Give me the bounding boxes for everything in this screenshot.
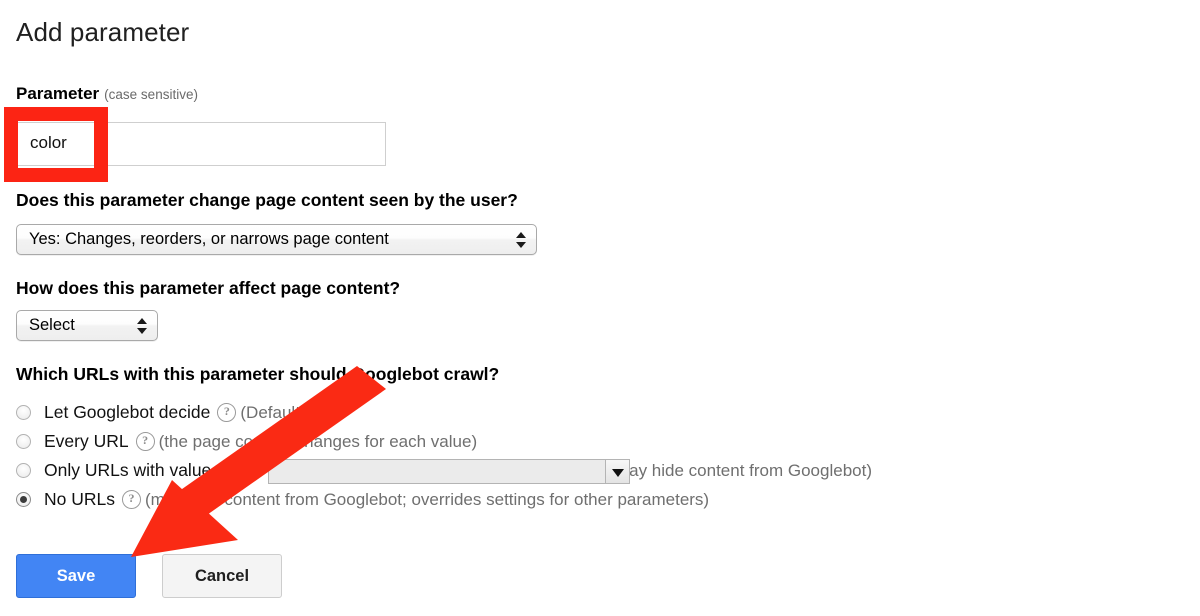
parameter-input[interactable] bbox=[16, 122, 386, 166]
question-heading-change-page-content: Does this parameter change page content … bbox=[16, 190, 518, 210]
parameter-label: Parameter bbox=[16, 84, 100, 103]
parameter-label-row: Parameter (case sensitive) bbox=[16, 84, 198, 104]
radio-note-let-googlebot-decide: (Default) bbox=[240, 402, 306, 422]
help-circle-icon[interactable]: ? bbox=[217, 403, 237, 422]
help-circle-icon[interactable]: ? bbox=[122, 490, 141, 509]
question-heading-affect-page-content: How does this parameter affect page cont… bbox=[16, 278, 401, 298]
radio-row-only-urls-with-value[interactable]: Only URLs with value ? (may hide content… bbox=[16, 456, 1176, 485]
value-combobox[interactable] bbox=[268, 459, 630, 484]
select-change-page-content-value: Yes: Changes, reorders, or narrows page … bbox=[29, 230, 389, 248]
radio-label-no-urls: No URLs bbox=[44, 489, 115, 509]
question-heading-crawl-urls: Which URLs with this parameter should Go… bbox=[16, 364, 500, 384]
radio-label-every-url: Every URL bbox=[44, 431, 129, 451]
radio-no-urls[interactable] bbox=[16, 492, 31, 507]
help-circle-icon[interactable]: ? bbox=[135, 432, 155, 451]
select-affect-page-content[interactable]: Select bbox=[16, 310, 158, 341]
radio-row-no-urls[interactable]: No URLs ? (may hide content from Googleb… bbox=[16, 485, 1176, 514]
select-change-page-content[interactable]: Yes: Changes, reorders, or narrows page … bbox=[16, 224, 537, 255]
radio-note-no-urls: (may hide content from Googlebot; overri… bbox=[145, 489, 710, 509]
parameter-input-value: color bbox=[30, 133, 67, 152]
page-title: Add parameter bbox=[16, 17, 190, 47]
radio-row-let-googlebot-decide[interactable]: Let Googlebot decide ? (Default) bbox=[16, 398, 1176, 427]
radio-group-crawl-urls: Let Googlebot decide ? (Default) Every U… bbox=[16, 398, 1176, 514]
radio-every-url[interactable] bbox=[16, 434, 31, 449]
radio-note-only-urls-with-value: (may hide content from Googlebot) bbox=[609, 460, 872, 480]
save-button[interactable]: Save bbox=[16, 554, 136, 598]
add-parameter-form: Add parameter Parameter (case sensitive) … bbox=[0, 0, 1200, 616]
updown-triangles-icon bbox=[135, 315, 149, 337]
value-combobox-field[interactable] bbox=[269, 460, 606, 483]
radio-row-every-url[interactable]: Every URL ? (the page content changes fo… bbox=[16, 427, 1176, 456]
radio-note-every-url: (the page content changes for each value… bbox=[158, 431, 478, 451]
radio-only-urls-with-value[interactable] bbox=[16, 463, 31, 478]
radio-label-only-urls-with-value: Only URLs with value bbox=[44, 460, 212, 480]
cancel-button[interactable]: Cancel bbox=[162, 554, 282, 598]
parameter-label-note: (case sensitive) bbox=[104, 87, 198, 102]
chevron-down-icon[interactable] bbox=[606, 460, 629, 483]
radio-let-googlebot-decide[interactable] bbox=[16, 405, 31, 420]
updown-triangles-icon bbox=[514, 229, 528, 251]
select-affect-page-content-value: Select bbox=[29, 316, 75, 334]
radio-label-let-googlebot-decide: Let Googlebot decide bbox=[44, 402, 211, 422]
